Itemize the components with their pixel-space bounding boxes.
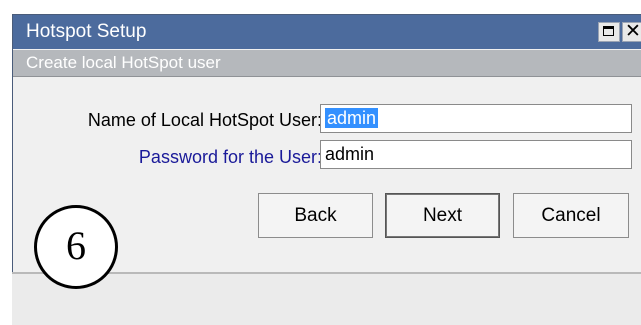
close-button[interactable]: ✕ (622, 21, 641, 42)
user-name-value: admin (325, 108, 379, 128)
next-button[interactable]: Next (385, 193, 500, 238)
step-number-badge: 6 (34, 205, 118, 289)
close-icon: ✕ (625, 21, 641, 42)
window-title: Hotspot Setup (26, 21, 147, 42)
cancel-button[interactable]: Cancel (513, 193, 629, 238)
step-subheader: Create local HotSpot user (13, 50, 641, 77)
back-button[interactable]: Back (258, 193, 373, 238)
password-value: admin (325, 144, 375, 164)
name-label: Name of Local HotSpot User: (87, 110, 322, 130)
password-label: Password for the User: (138, 147, 322, 167)
user-name-input[interactable]: admin (320, 104, 632, 133)
maximize-button[interactable] (598, 22, 620, 42)
step-subheader-text: Create local HotSpot user (26, 53, 221, 72)
status-bar (12, 272, 641, 325)
maximize-icon (603, 26, 614, 36)
password-input[interactable]: admin (320, 140, 632, 169)
title-bar[interactable]: Hotspot Setup ✕ (13, 15, 641, 49)
